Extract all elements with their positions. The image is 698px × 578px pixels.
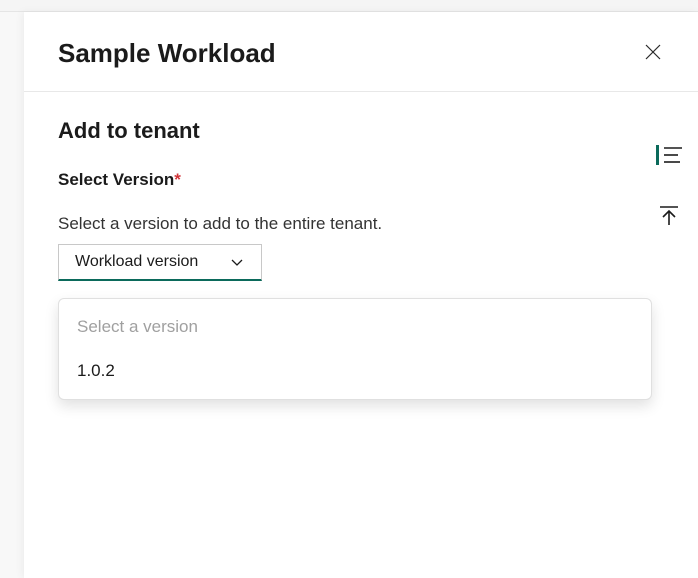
panel-title: Sample Workload (58, 38, 276, 69)
dropdown-selected-label: Workload version (75, 253, 198, 271)
section-title: Add to tenant (58, 118, 664, 144)
close-button[interactable] (642, 43, 664, 65)
side-actions (656, 142, 682, 230)
side-panel: Sample Workload Add to tenant Select Ver… (24, 12, 698, 578)
arrow-up-to-line-icon (658, 205, 680, 230)
version-dropdown[interactable]: Workload version (58, 244, 262, 281)
paragraph-icon (656, 144, 682, 166)
panel-header: Sample Workload (24, 12, 698, 92)
dropdown-placeholder: Select a version (59, 305, 651, 349)
version-dropdown-list: Select a version 1.0.2 (58, 298, 652, 400)
move-to-top-button[interactable] (656, 204, 682, 230)
field-description: Select a version to add to the entire te… (58, 214, 664, 234)
dropdown-option[interactable]: 1.0.2 (59, 349, 651, 393)
close-icon (644, 43, 662, 64)
panel-body: Add to tenant Select Version* Select a v… (24, 92, 698, 307)
field-label: Select Version* (58, 170, 664, 190)
required-asterisk: * (174, 170, 181, 189)
paragraph-format-button[interactable] (656, 142, 682, 168)
chevron-down-icon (229, 254, 245, 270)
field-label-text: Select Version (58, 170, 174, 189)
